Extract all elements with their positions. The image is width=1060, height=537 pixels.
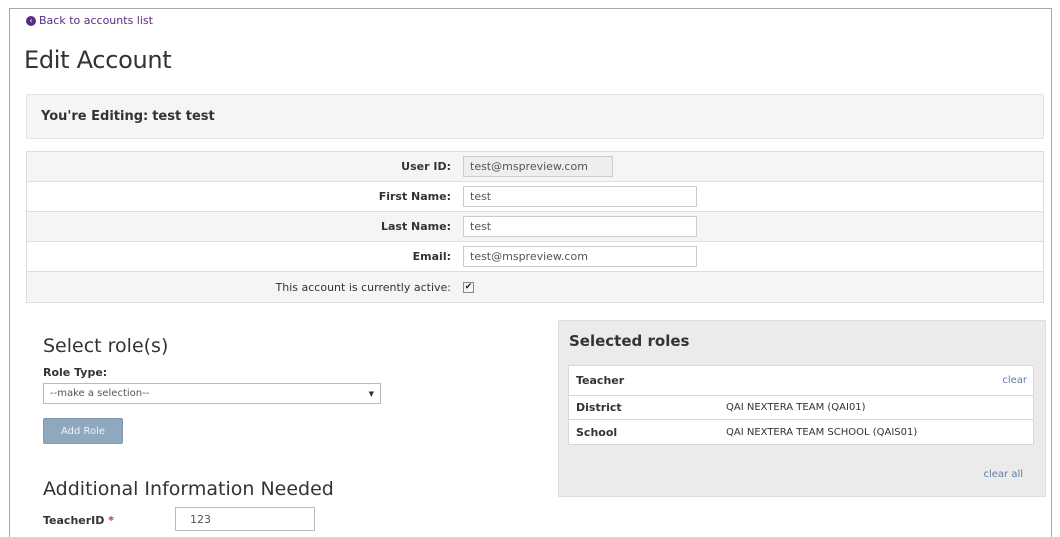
editing-prefix: You're Editing: — [41, 109, 149, 124]
email-field[interactable] — [463, 246, 697, 267]
teacher-id-field[interactable]: 123 — [175, 507, 315, 531]
row-key: District — [576, 401, 622, 414]
teacher-id-label: TeacherID * — [43, 514, 114, 527]
row-key: School — [576, 425, 618, 439]
editing-banner: You're Editing: test test — [26, 94, 1044, 139]
table-row: School QAI NEXTERA TEAM SCHOOL (QAIS01) — [569, 420, 1033, 444]
table-row: District QAI NEXTERA TEAM (QAI01) — [569, 396, 1033, 420]
email-label: Email: — [412, 250, 451, 263]
role-header-row: Teacher clear — [569, 366, 1033, 396]
clear-all-link[interactable]: clear all — [983, 469, 1023, 480]
user-id-row: User ID: — [27, 152, 1043, 182]
page-title: Edit Account — [24, 46, 172, 74]
first-name-label: First Name: — [378, 190, 451, 203]
last-name-row: Last Name: — [27, 212, 1043, 242]
user-id-field — [463, 156, 613, 177]
first-name-row: First Name: — [27, 182, 1043, 212]
role-type-selected: --make a selection-- — [50, 388, 150, 399]
row-value: QAI NEXTERA TEAM (QAI01) — [726, 402, 866, 413]
role-name: Teacher — [576, 374, 625, 387]
teacher-id-label-text: TeacherID — [43, 514, 105, 527]
circle-back-icon: ‹ — [26, 15, 36, 26]
first-name-field[interactable] — [463, 186, 697, 207]
clear-role-link[interactable]: clear — [1002, 375, 1027, 386]
account-form: User ID: First Name: Last Name: Email: T… — [26, 151, 1044, 303]
selected-roles-table: Teacher clear District QAI NEXTERA TEAM … — [568, 365, 1034, 445]
teacher-id-value: 123 — [190, 512, 211, 526]
back-link-label: Back to accounts list — [39, 14, 153, 27]
selected-roles-title: Selected roles — [569, 332, 690, 350]
add-role-button[interactable]: Add Role — [43, 418, 123, 444]
active-row: This account is currently active: ✔ — [27, 272, 1043, 302]
last-name-field[interactable] — [463, 216, 697, 237]
dropdown-caret-icon: ▼ — [368, 389, 374, 398]
active-checkbox[interactable]: ✔ — [463, 281, 474, 293]
email-row: Email: — [27, 242, 1043, 272]
editing-name: test test — [152, 109, 215, 124]
row-value: QAI NEXTERA TEAM SCHOOL (QAIS01) — [726, 426, 918, 438]
back-to-accounts-link[interactable]: ‹ Back to accounts list — [26, 14, 153, 27]
required-marker: * — [108, 514, 114, 527]
active-label: This account is currently active: — [275, 280, 451, 294]
additional-info-title: Additional Information Needed — [43, 478, 334, 500]
role-type-label: Role Type: — [43, 366, 108, 379]
select-roles-title: Select role(s) — [43, 335, 169, 357]
role-type-select[interactable]: --make a selection-- ▼ — [43, 383, 381, 404]
user-id-label: User ID: — [401, 160, 451, 173]
last-name-label: Last Name: — [380, 220, 451, 233]
selected-roles-panel: Selected roles Teacher clear District QA… — [558, 320, 1046, 497]
